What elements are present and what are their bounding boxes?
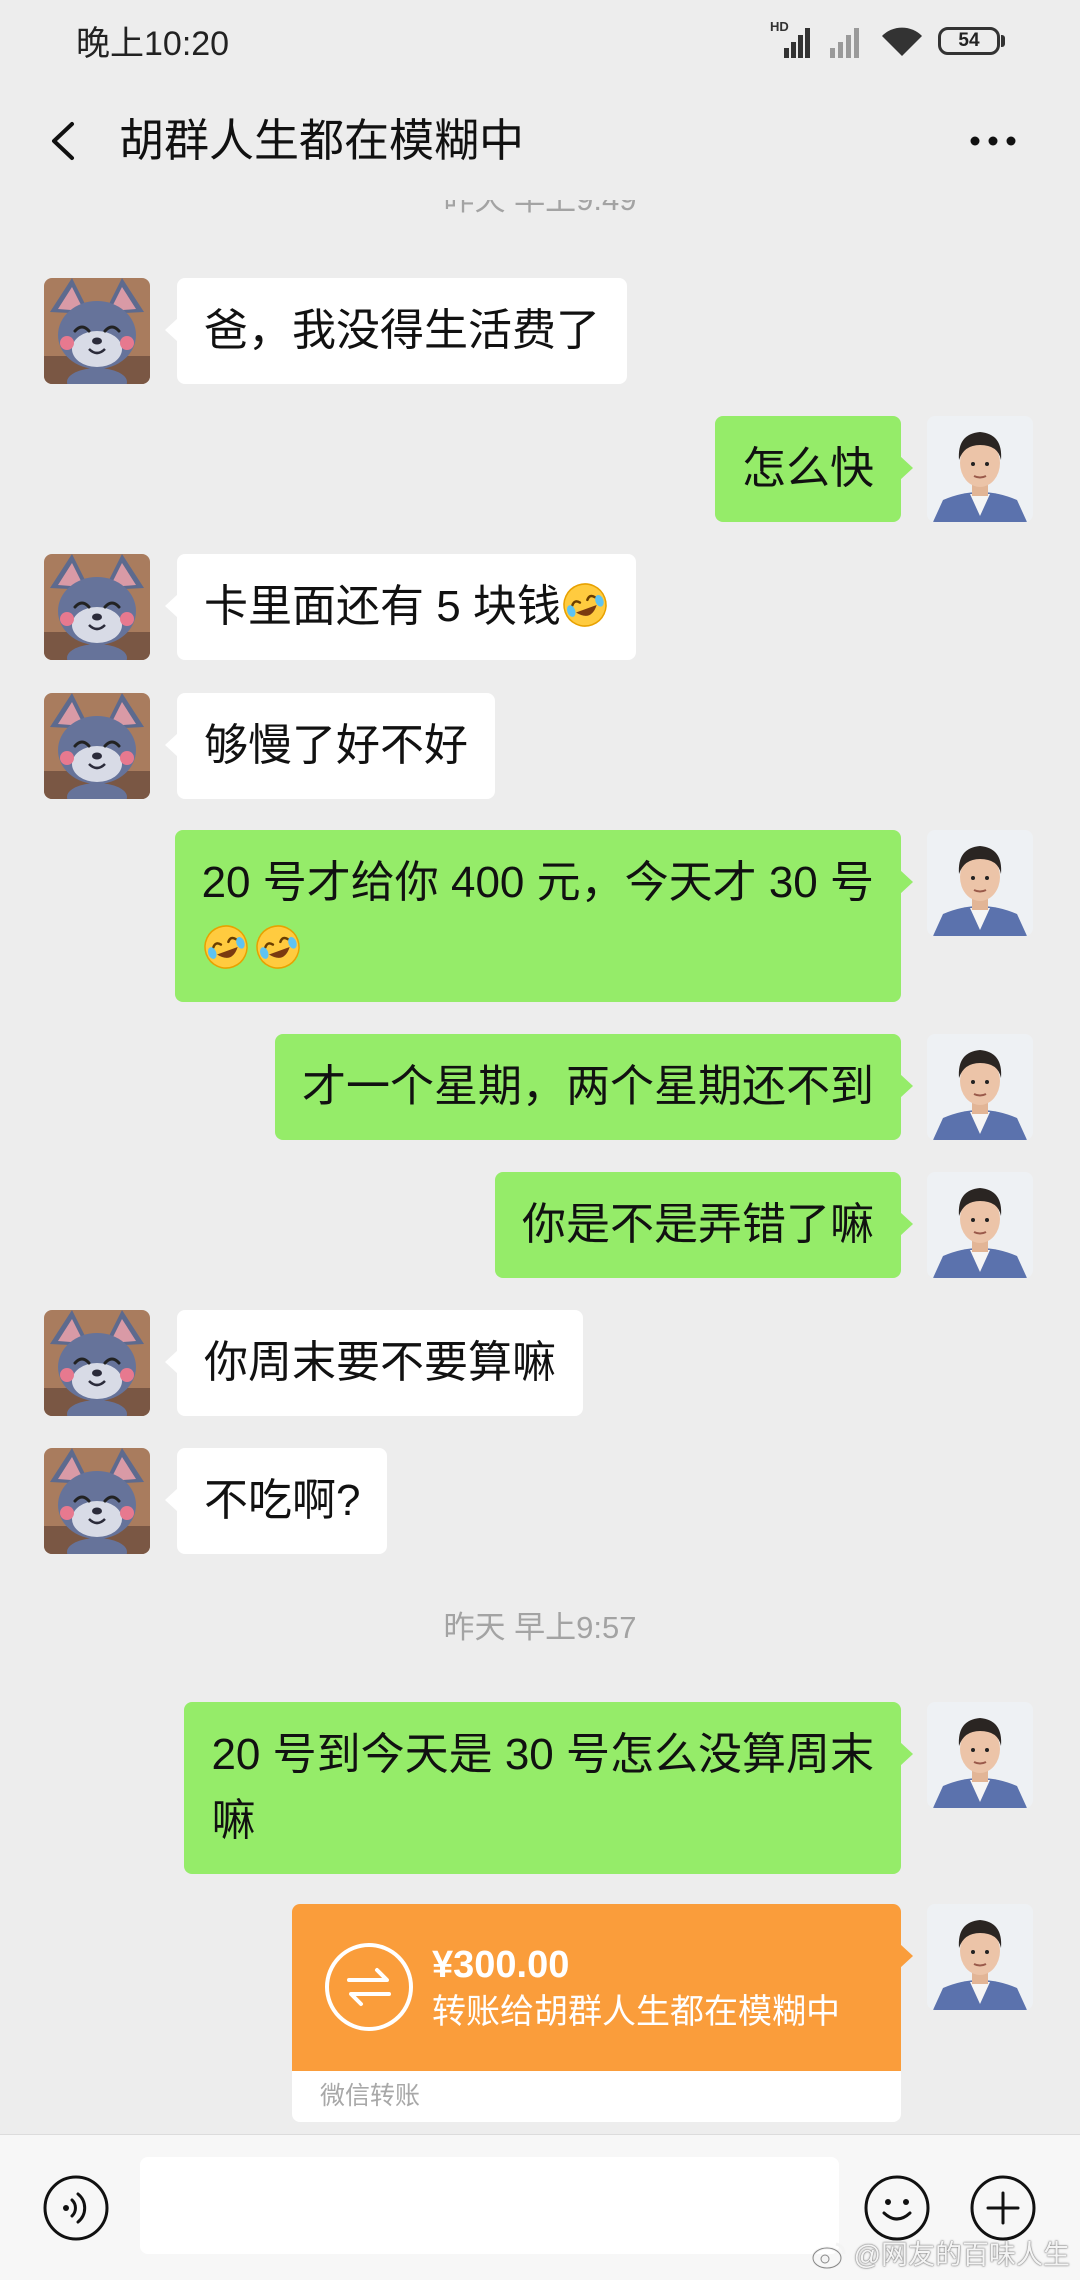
battery-nub: [1001, 35, 1005, 47]
my-avatar[interactable]: [927, 830, 1033, 936]
battery-icon: 54: [938, 27, 1000, 55]
received-message-bubble[interactable]: 你周末要不要算嘛: [165, 1310, 583, 1416]
transfer-footer-label: 微信转账: [320, 2082, 421, 2110]
my-avatar[interactable]: [927, 416, 1033, 522]
plus-icon[interactable]: [970, 2175, 1036, 2241]
received-message-bubble[interactable]: 爸，我没得生活费了: [165, 278, 627, 384]
top-bar: 晚上10:20 HD 54 胡群人生都在模糊中: [0, 0, 1080, 200]
received-message-bubble[interactable]: 卡里面还有 5 块钱: [165, 554, 636, 660]
contact-avatar[interactable]: [44, 554, 150, 660]
message-line: [202, 916, 874, 982]
tears-of-joy-emoji: [561, 581, 609, 629]
contact-avatar[interactable]: [44, 693, 150, 799]
sent-message-bubble[interactable]: 才一个星期，两个星期还不到: [275, 1034, 913, 1140]
signal-icon: HD: [770, 20, 814, 62]
transfer-card[interactable]: ¥300.00 转账给胡群人生都在模糊中 微信转账: [292, 1904, 913, 2122]
message-text: 你是不是弄错了嘛: [522, 1200, 874, 1249]
transfer-footer: 微信转账: [292, 2071, 901, 2122]
voice-icon[interactable]: [43, 2175, 109, 2241]
weibo-logo-icon: [811, 2242, 846, 2270]
message-text: 嘛: [211, 1796, 256, 1845]
sent-message-bubble[interactable]: 怎么快: [715, 416, 913, 522]
message-text: 20 号到今天是 30 号怎么没算周末: [211, 1730, 874, 1779]
contact-avatar[interactable]: [44, 278, 150, 384]
message-input[interactable]: [140, 2157, 839, 2254]
wifi-icon: [882, 27, 922, 56]
watermark: @网友的百味人生: [811, 2236, 1070, 2274]
chat-title: 胡群人生都在模糊中: [119, 115, 525, 166]
tears-of-joy-emoji: [202, 923, 250, 971]
received-message-bubble[interactable]: 够慢了好不好: [165, 693, 495, 799]
transfer-arrows-icon: [325, 1943, 413, 2031]
message-text: 爸，我没得生活费了: [204, 306, 600, 355]
my-avatar[interactable]: [927, 1172, 1033, 1278]
my-avatar[interactable]: [927, 1702, 1033, 1808]
message-text: 20 号才给你 400 元，今天才 30 号: [201, 858, 874, 907]
sent-message-bubble[interactable]: 你是不是弄错了嘛: [495, 1172, 913, 1278]
contact-avatar[interactable]: [44, 1448, 150, 1554]
contact-avatar[interactable]: [44, 1310, 150, 1416]
message-text: 你周末要不要算嘛: [204, 1338, 556, 1387]
timestamp: 昨天 早上9:57: [443, 1610, 637, 1645]
battery-level: 54: [958, 30, 980, 51]
message-text: 怎么快: [742, 444, 874, 493]
sent-message-bubble[interactable]: 20 号到今天是 30 号怎么没算周末 嘛: [184, 1702, 913, 1874]
tears-of-joy-emoji: [254, 923, 302, 971]
transfer-card-body[interactable]: ¥300.00 转账给胡群人生都在模糊中: [292, 1904, 913, 2071]
more-dots-icon[interactable]: [966, 128, 1020, 154]
message-text: 才一个星期，两个星期还不到: [302, 1062, 874, 1111]
my-avatar[interactable]: [927, 1034, 1033, 1140]
status-time: 晚上10:20: [76, 25, 230, 63]
message-line: 卡里面还有 5 块钱: [204, 574, 609, 640]
transfer-description: 转账给胡群人生都在模糊中: [432, 1993, 840, 2031]
back-chevron-icon[interactable]: [44, 120, 84, 162]
sent-message-bubble[interactable]: 20 号才给你 400 元，今天才 30 号: [174, 830, 914, 1002]
my-avatar[interactable]: [927, 1904, 1033, 2010]
watermark-text: @网友的百味人生: [853, 2240, 1070, 2270]
message-text: 够慢了好不好: [204, 721, 468, 770]
message-text: 不吃啊?: [204, 1476, 361, 1525]
received-message-bubble[interactable]: 不吃啊?: [164, 1448, 388, 1554]
emoji-icon[interactable]: [864, 2175, 930, 2241]
signal-icon: [830, 28, 859, 58]
transfer-amount: ¥300.00: [432, 1944, 570, 1986]
message-text: 卡里面还有 5 块钱: [204, 582, 561, 631]
